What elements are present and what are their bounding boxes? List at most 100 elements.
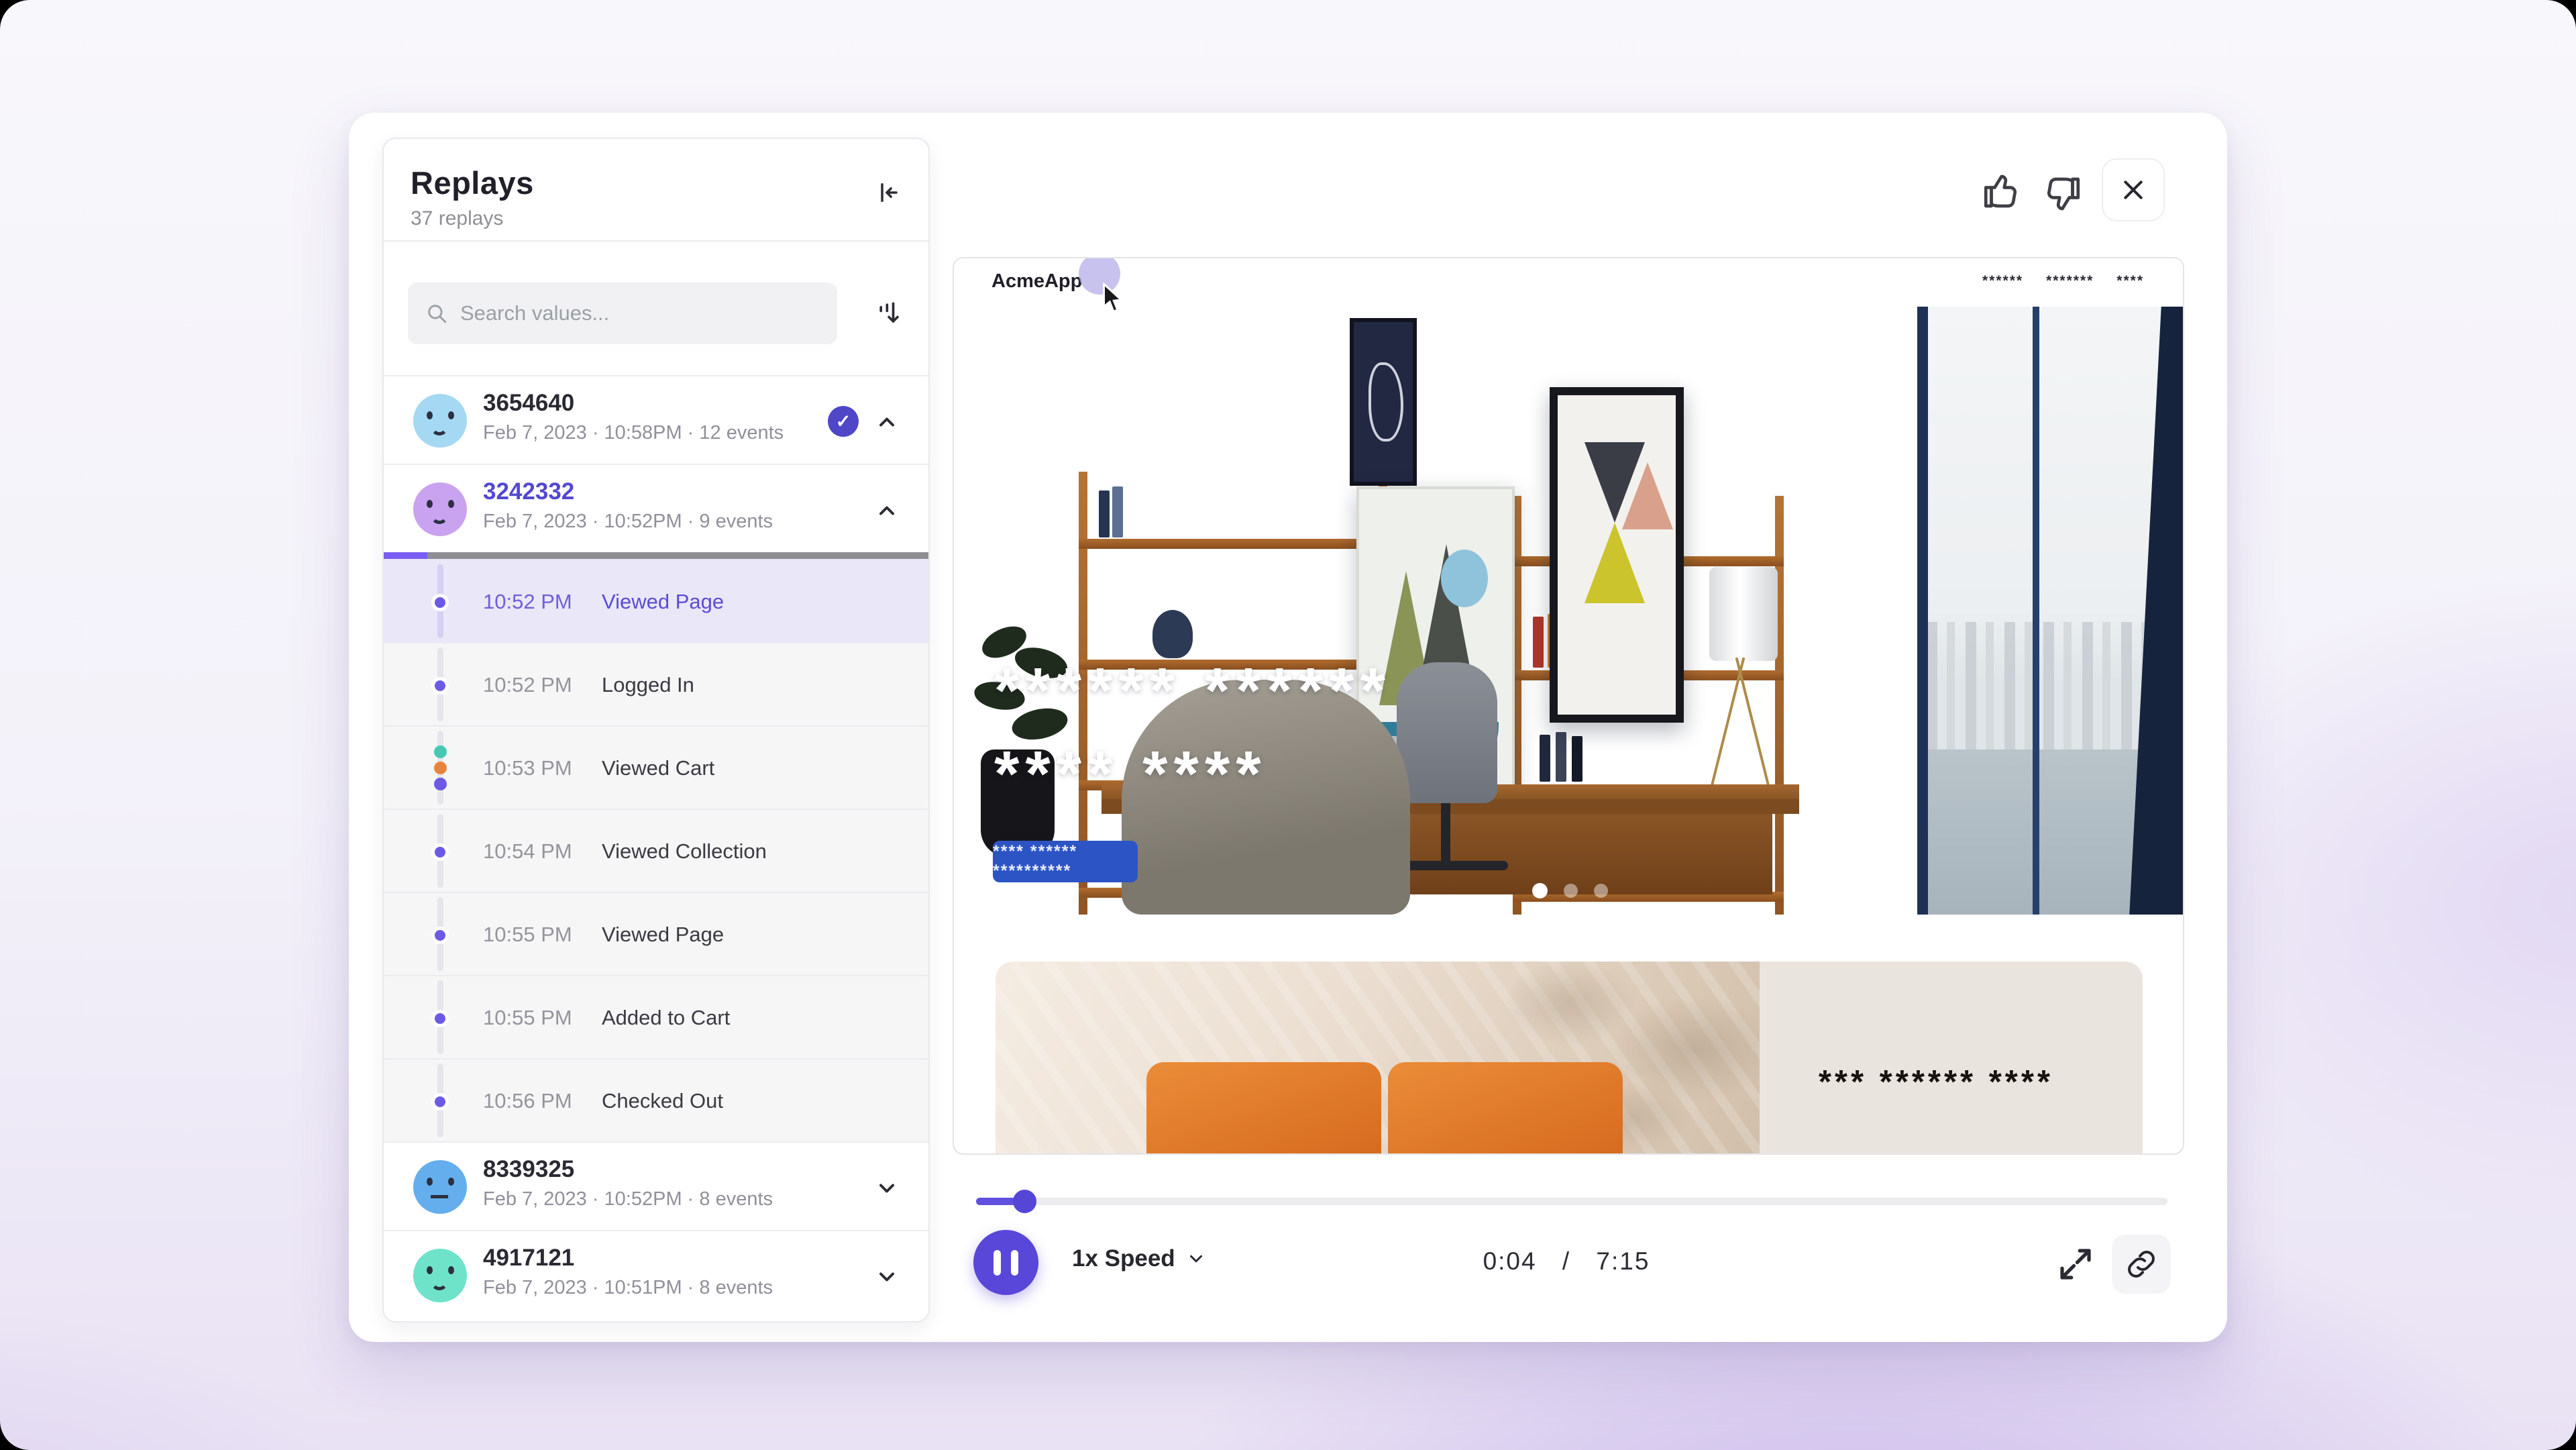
expand-icon xyxy=(2055,1244,2096,1284)
couch-cushion xyxy=(1146,1062,1381,1155)
carousel-dot xyxy=(1564,884,1578,898)
speed-selector[interactable]: 1x Speed xyxy=(1072,1245,1206,1272)
event-dot-teal xyxy=(434,745,447,758)
event-dot xyxy=(431,677,449,694)
time-separator: / xyxy=(1562,1247,1570,1275)
replayed-app-header: AcmeApp ****** ******* **** xyxy=(954,258,2183,307)
event-row[interactable]: 10:54 PM Viewed Collection xyxy=(384,809,928,892)
replay-modal: Replays 37 replays Search values... 3654… xyxy=(349,113,2227,1342)
session-row[interactable]: 4917121 Feb 7, 2023 · 10:51PM · 8 events xyxy=(384,1230,928,1318)
thumbs-down-button[interactable] xyxy=(2039,172,2084,216)
window-frame xyxy=(1917,307,1928,915)
expand-session-button[interactable] xyxy=(875,1265,899,1289)
app-background: Replays 37 replays Search values... 3654… xyxy=(0,0,2576,1450)
session-meta: Feb 7, 2023 · 10:52PM · 8 events xyxy=(483,1188,773,1210)
cursor-pointer-icon xyxy=(1100,282,1127,315)
copy-link-button[interactable] xyxy=(2112,1235,2171,1294)
replayed-app-logo: AcmeApp xyxy=(991,270,1082,293)
replayed-feature-section: *** ****** **** xyxy=(996,962,2143,1155)
event-time: 10:54 PM xyxy=(483,839,572,864)
screen: Replays 37 replays Search values... 3654… xyxy=(0,0,2576,1450)
event-dot-purple xyxy=(434,778,447,790)
carousel-dots xyxy=(954,884,2184,898)
session-progress-fill xyxy=(384,552,427,559)
search-placeholder: Search values... xyxy=(460,301,609,325)
event-row[interactable]: 10:56 PM Checked Out xyxy=(384,1058,928,1141)
event-row[interactable]: 10:52 PM Viewed Page xyxy=(384,559,928,642)
event-row[interactable]: 10:55 PM Viewed Page xyxy=(384,892,928,975)
session-row[interactable]: 3242332 Feb 7, 2023 · 10:52PM · 9 events xyxy=(384,464,928,552)
replay-count: 37 replays xyxy=(411,207,503,230)
event-dot xyxy=(431,1093,449,1110)
masked-nav-item: **** xyxy=(2116,273,2144,289)
event-time: 10:52 PM xyxy=(483,590,572,614)
search-input[interactable]: Search values... xyxy=(408,282,837,344)
search-icon xyxy=(425,302,448,325)
masked-hero-heading-line1: ****** ****** xyxy=(994,654,1391,728)
avatar xyxy=(413,1249,467,1302)
event-label: Viewed Page xyxy=(602,590,724,614)
session-row[interactable]: 8339325 Feb 7, 2023 · 10:52PM · 8 events xyxy=(384,1141,928,1230)
expand-session-button[interactable] xyxy=(875,1176,899,1200)
replayed-app-nav: ****** ******* **** xyxy=(1982,273,2144,289)
event-label: Viewed Page xyxy=(602,923,724,947)
watched-check-badge: ✓ xyxy=(828,406,859,437)
total-duration: 7:15 xyxy=(1596,1247,1650,1275)
session-meta: Feb 7, 2023 · 10:52PM · 9 events xyxy=(483,511,773,533)
session-id: 3654640 xyxy=(483,390,574,417)
event-row[interactable]: 10:53 PM Viewed Cart xyxy=(384,725,928,809)
divider xyxy=(384,240,928,242)
collapse-session-button[interactable] xyxy=(875,410,899,434)
collapse-sidebar-button[interactable] xyxy=(868,174,906,211)
event-dot xyxy=(431,927,449,944)
replays-sidebar: Replays 37 replays Search values... 3654… xyxy=(382,138,930,1323)
chevron-up-icon xyxy=(875,499,899,523)
event-dot xyxy=(431,1010,449,1027)
avatar xyxy=(413,394,467,448)
replay-viewport: AcmeApp ****** ******* **** xyxy=(953,257,2184,1155)
pause-icon xyxy=(1011,1250,1018,1276)
event-label: Viewed Cart xyxy=(602,756,714,780)
close-button[interactable] xyxy=(2102,158,2165,221)
thumbs-up-icon xyxy=(1980,169,2025,213)
session-row[interactable]: 3654640 Feb 7, 2023 · 10:58PM · 12 event… xyxy=(384,375,928,464)
chevron-down-icon xyxy=(875,1176,899,1200)
event-label: Viewed Collection xyxy=(602,839,767,864)
event-label: Added to Cart xyxy=(602,1006,730,1030)
couch-cushion xyxy=(1388,1062,1623,1155)
playback-progress-knob[interactable] xyxy=(1013,1190,1036,1213)
event-multi-dots xyxy=(434,745,447,790)
expand-fullscreen-button[interactable] xyxy=(2055,1244,2096,1284)
event-time: 10:53 PM xyxy=(483,756,572,780)
collapse-session-button[interactable] xyxy=(875,499,899,523)
masked-hero-cta-button: **** ****** ********** xyxy=(993,841,1138,882)
event-time: 10:52 PM xyxy=(483,673,572,697)
session-id: 3242332 xyxy=(483,478,574,505)
event-row[interactable]: 10:52 PM Logged In xyxy=(384,642,928,725)
current-time: 0:04 xyxy=(1483,1247,1537,1275)
carousel-dot xyxy=(1594,884,1608,898)
event-row[interactable]: 10:55 PM Added to Cart xyxy=(384,975,928,1058)
masked-nav-item: ******* xyxy=(2046,273,2094,289)
event-label: Checked Out xyxy=(602,1089,723,1113)
thumbs-up-button[interactable] xyxy=(1980,169,2025,213)
masked-section-text: *** ****** **** xyxy=(1819,1064,2053,1101)
hero-poster-geometric xyxy=(1550,387,1684,723)
sort-button[interactable] xyxy=(868,292,911,335)
sort-descending-icon xyxy=(875,299,904,328)
playback-progress-bar[interactable] xyxy=(976,1198,2167,1205)
hero-desk-chair xyxy=(1397,662,1497,803)
event-dot-orange xyxy=(434,762,447,774)
pause-button[interactable] xyxy=(973,1230,1038,1295)
hero-lamp xyxy=(1709,567,1778,661)
event-label: Logged In xyxy=(602,673,694,697)
event-dot xyxy=(431,594,449,611)
chevron-up-icon xyxy=(875,410,899,434)
event-dot xyxy=(431,843,449,861)
carousel-dot-active xyxy=(1532,883,1548,898)
playback-time: 0:04 / 7:15 xyxy=(1456,1247,1677,1276)
thumbs-down-icon xyxy=(2039,172,2084,216)
session-list: 3654640 Feb 7, 2023 · 10:58PM · 12 event… xyxy=(384,375,928,1318)
window-frame xyxy=(2033,307,2039,915)
masked-section-copy: *** ****** **** xyxy=(1760,962,2143,1155)
